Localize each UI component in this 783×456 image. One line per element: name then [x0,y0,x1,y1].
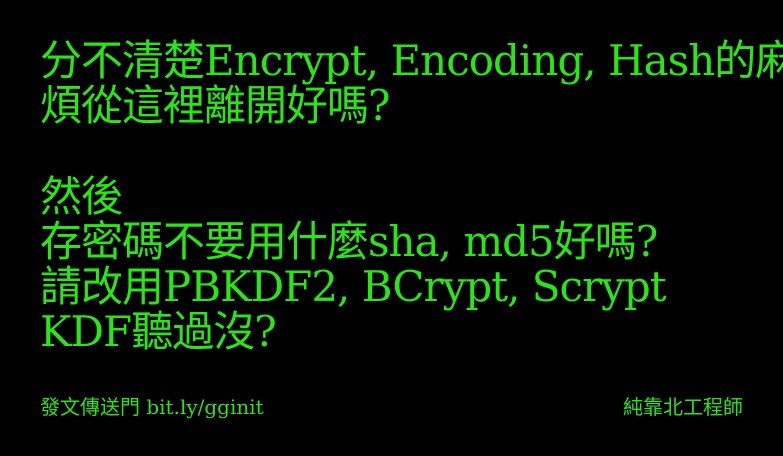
slide-canvas: 分不清楚Encrypt, Encoding, Hash的麻 煩從這裡離開好嗎? … [0,0,783,456]
text-line-5: 請改用PBKDF2, BCrypt, Scrypt [40,262,667,311]
text-line-1: 分不清楚Encrypt, Encoding, Hash的麻 [40,36,783,85]
submission-link-text: 發文傳送門 bit.ly/gginit [40,395,264,419]
page-signature: 純靠北工程師 [623,395,743,419]
text-line-2: 煩從這裡離開好嗎? [40,81,391,130]
main-text-block: 分不清楚Encrypt, Encoding, Hash的麻 煩從這裡離開好嗎? … [40,36,783,356]
text-line-4: 存密碼不要用什麼sha, md5好嗎? [40,217,658,266]
text-line-3: 然後 [40,172,123,221]
text-line-6: KDF聽過沒? [40,307,277,356]
